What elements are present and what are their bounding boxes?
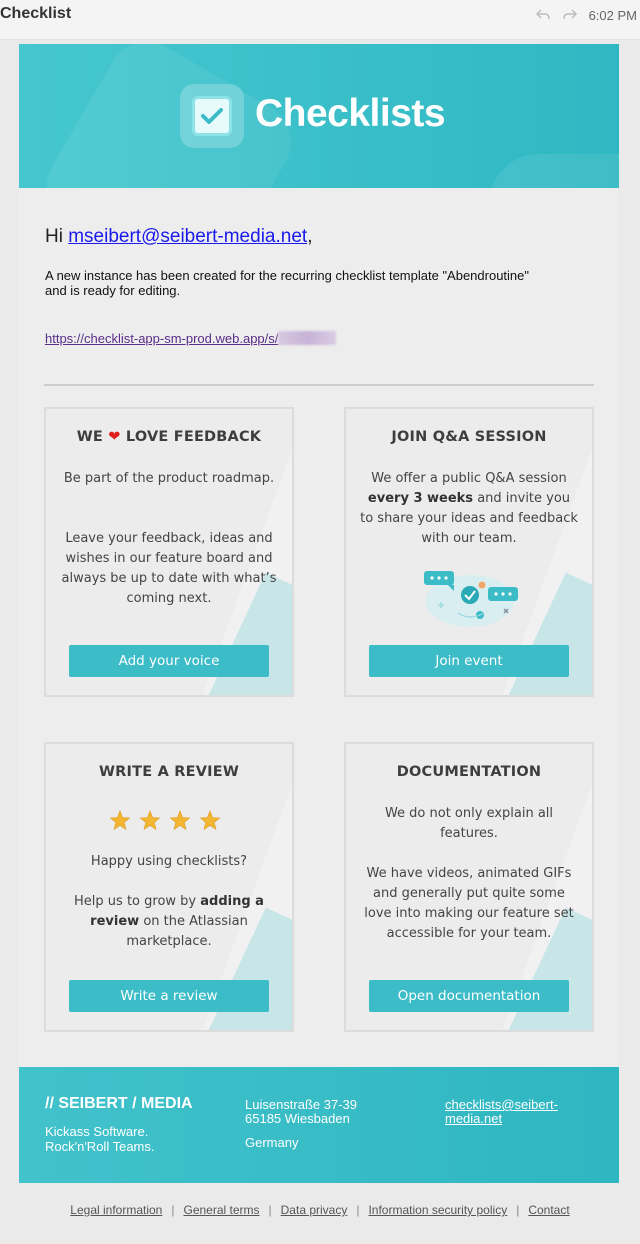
instance-link-row: https://checklist-app-sm-prod.web.app/s/ — [45, 331, 337, 346]
titlebar-divider — [0, 39, 640, 40]
recipient-email-link[interactable]: mseibert@seibert-media.net — [68, 226, 307, 247]
footer-tagline: Kickass Software. Rock'n'Roll Teams. — [45, 1124, 155, 1154]
documentation-card: DOCUMENTATION We do not only explain all… — [344, 742, 594, 1032]
card-title: JOIN Q&A SESSION — [391, 429, 547, 445]
information-security-policy-link[interactable]: Information security policy — [368, 1203, 507, 1217]
open-documentation-button[interactable]: Open documentation — [369, 980, 569, 1012]
instance-link[interactable]: https://checklist-app-sm-prod.web.app/s/ — [45, 331, 278, 346]
footer-email-link[interactable]: checklists@seibert-media.net — [445, 1098, 595, 1126]
write-a-review-button[interactable]: Write a review — [69, 980, 269, 1012]
greeting: Hi mseibert@seibert-media.net, — [45, 226, 313, 247]
window-title: Checklist — [0, 5, 72, 22]
rating-stars — [110, 810, 221, 831]
card-text: Be part of the product roadmap. — [63, 471, 275, 486]
card-text: We do not only explain all features. — [384, 806, 554, 841]
card-title: WRITE A REVIEW — [98, 764, 240, 780]
star-icon — [110, 810, 221, 831]
card-text: Leave your feedback, ideas and wishes in… — [61, 531, 277, 606]
card-text: Help us to grow by adding a review on th… — [74, 894, 264, 949]
message-time: 6:02 PM — [588, 8, 637, 23]
email-body: Checklists Hi mseibert@seibert-media.net… — [19, 44, 619, 1183]
add-your-voice-button[interactable]: Add your voice — [69, 645, 269, 677]
card-title: DOCUMENTATION — [396, 764, 542, 780]
card-text: Happy using checklists? — [90, 854, 248, 869]
redacted-id — [278, 331, 337, 345]
card-text: We have videos, animated GIFs and genera… — [364, 866, 574, 941]
banner-decoration — [489, 154, 619, 188]
divider — [44, 384, 594, 386]
legal-links: Legal information | General terms | Data pri… — [70, 1203, 570, 1217]
general-terms-link[interactable]: General terms — [183, 1203, 259, 1217]
checkbox-icon — [180, 84, 244, 148]
join-event-button[interactable]: Join event — [369, 645, 569, 677]
footer: // SEIBERT / MEDIA Kickass Software. Roc… — [19, 1067, 619, 1183]
footer-country: Germany — [245, 1135, 299, 1150]
footer-brand: // SEIBERT / MEDIA — [45, 1095, 193, 1112]
card-text: We offer a public Q&A session every 3 we… — [360, 471, 578, 546]
message-text: A new instance has been created for the … — [45, 268, 530, 298]
reply-icon[interactable] — [535, 6, 550, 25]
header-banner: Checklists — [19, 44, 619, 188]
feedback-card: WE ❤ LOVE FEEDBACK Be part of the produc… — [44, 407, 294, 697]
forward-icon[interactable] — [563, 6, 578, 25]
legal-information-link[interactable]: Legal information — [70, 1203, 162, 1217]
contact-link[interactable]: Contact — [528, 1203, 569, 1217]
card-title: WE ❤ LOVE FEEDBACK — [76, 429, 262, 445]
heart-icon: ❤ — [108, 429, 121, 445]
qa-session-card: JOIN Q&A SESSION We offer a public Q&A s… — [344, 407, 594, 697]
chat-illustration — [424, 571, 518, 627]
review-card: WRITE A REVIEW Happy using checklists? H… — [44, 742, 294, 1032]
window-titlebar: Checklist 6:02 PM — [0, 0, 640, 40]
footer-address: Luisenstraße 37-39 65185 Wiesbaden — [245, 1097, 358, 1126]
logo-text: Checklists — [255, 92, 446, 135]
data-privacy-link[interactable]: Data privacy — [281, 1203, 348, 1217]
